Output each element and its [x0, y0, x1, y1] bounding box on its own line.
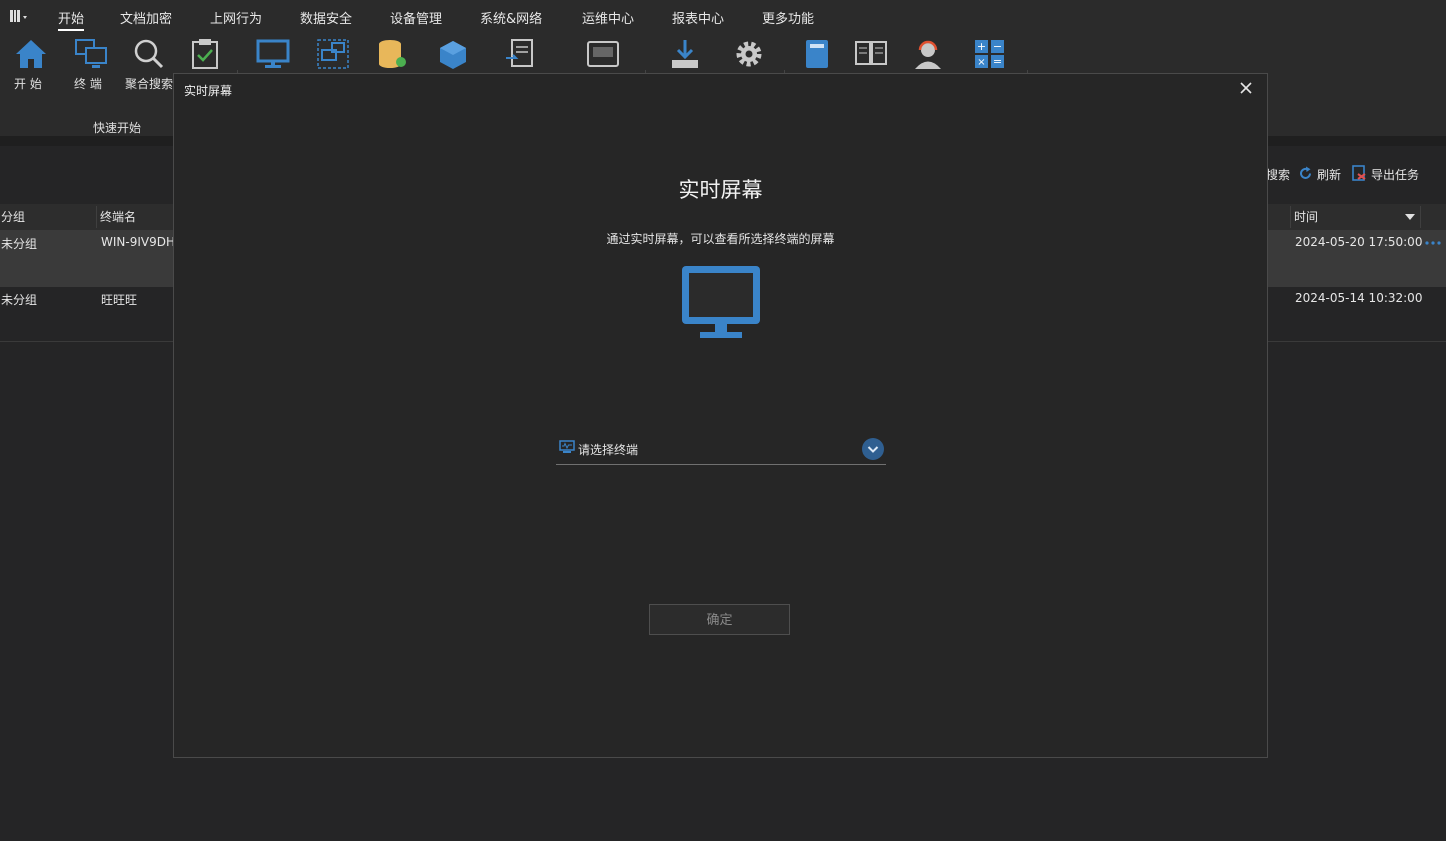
- terminal-icon[interactable]: [74, 38, 108, 70]
- column-divider[interactable]: [96, 206, 97, 228]
- gear-icon[interactable]: [732, 38, 766, 70]
- file-transfer-icon[interactable]: [504, 38, 538, 70]
- column-header-group[interactable]: 分组: [1, 208, 25, 225]
- menu-system-network[interactable]: 系统&网络: [480, 8, 542, 27]
- close-icon[interactable]: [1238, 80, 1254, 96]
- calculator-icon[interactable]: + − × =: [973, 38, 1007, 70]
- row-time-cell: 2024-05-14 10:32:00: [1295, 291, 1423, 305]
- column-divider[interactable]: [1420, 206, 1421, 228]
- svg-text:−: −: [993, 40, 1002, 53]
- terminal-label[interactable]: 终 端: [74, 75, 102, 92]
- database-settings-icon[interactable]: [376, 38, 410, 70]
- download-icon[interactable]: [668, 38, 702, 70]
- dialog-heading: 实时屏幕: [678, 178, 763, 202]
- column-header-time[interactable]: 时间: [1294, 208, 1318, 225]
- export-icon[interactable]: [1352, 165, 1367, 181]
- screen-monitor-icon[interactable]: [256, 38, 290, 70]
- menu-device-mgmt[interactable]: 设备管理: [390, 8, 442, 27]
- aggregate-search-label[interactable]: 聚合搜索: [125, 75, 173, 92]
- manual-book-icon[interactable]: [800, 38, 834, 70]
- menu-bar: 开始 文档加密 上网行为 数据安全 设备管理 系统&网络 运维中心 报表中心 更…: [0, 0, 1446, 34]
- menu-more[interactable]: 更多功能: [762, 8, 814, 27]
- realtime-screen-dialog: 实时屏幕 实时屏幕 通过实时屏幕，可以查看所选择终端的屏幕 请选择终端 确定: [173, 73, 1268, 758]
- row-group-cell: 未分组: [1, 293, 38, 307]
- confirm-button[interactable]: 确定: [649, 604, 790, 635]
- row-terminal-cell: 旺旺旺: [101, 293, 138, 307]
- search-icon[interactable]: [132, 38, 166, 70]
- menu-data-security[interactable]: 数据安全: [300, 8, 352, 27]
- package-cube-icon[interactable]: [436, 38, 470, 70]
- menu-report-center[interactable]: 报表中心: [672, 8, 724, 27]
- svg-text:=: =: [993, 55, 1002, 68]
- sort-dropdown-icon[interactable]: [1404, 213, 1416, 221]
- menu-web-behavior[interactable]: 上网行为: [210, 8, 262, 27]
- dialog-title: 实时屏幕: [184, 84, 233, 98]
- export-task-button[interactable]: 导出任务: [1371, 166, 1419, 183]
- open-book-icon[interactable]: [854, 38, 888, 70]
- search-action[interactable]: 搜索: [1266, 166, 1290, 183]
- row-terminal-cell: WIN-9IV9DH: [101, 235, 175, 249]
- row-time-cell: 2024-05-20 17:50:00: [1295, 235, 1423, 249]
- monitor-icon: [682, 266, 760, 338]
- network-monitor-icon[interactable]: [316, 38, 350, 70]
- more-options-icon[interactable]: [1425, 240, 1441, 246]
- column-divider[interactable]: [1290, 206, 1291, 228]
- menu-start[interactable]: 开始: [58, 8, 85, 31]
- storage-drive-icon[interactable]: [586, 38, 620, 70]
- clipboard-check-icon[interactable]: [190, 38, 220, 70]
- svg-text:×: ×: [977, 57, 985, 68]
- column-header-terminal[interactable]: 终端名: [100, 208, 136, 225]
- menu-ops-center[interactable]: 运维中心: [582, 8, 634, 27]
- refresh-icon[interactable]: [1298, 166, 1313, 181]
- svg-text:+: +: [977, 40, 986, 53]
- refresh-button[interactable]: 刷新: [1317, 166, 1341, 183]
- home-label[interactable]: 开 始: [14, 75, 42, 92]
- terminal-select-icon: [559, 440, 575, 453]
- terminal-select-placeholder: 请选择终端: [578, 443, 639, 457]
- menu-doc-encrypt[interactable]: 文档加密: [120, 8, 172, 27]
- quick-start-group-label: 快速开始: [93, 121, 142, 135]
- terminal-select[interactable]: 请选择终端: [556, 434, 886, 465]
- chevron-down-icon[interactable]: [862, 438, 884, 460]
- customer-support-icon[interactable]: [911, 38, 945, 70]
- home-icon[interactable]: [14, 38, 48, 70]
- app-menu-icon[interactable]: [8, 8, 30, 24]
- dialog-description: 通过实时屏幕，可以查看所选择终端的屏幕: [606, 232, 835, 246]
- row-group-cell: 未分组: [1, 237, 38, 251]
